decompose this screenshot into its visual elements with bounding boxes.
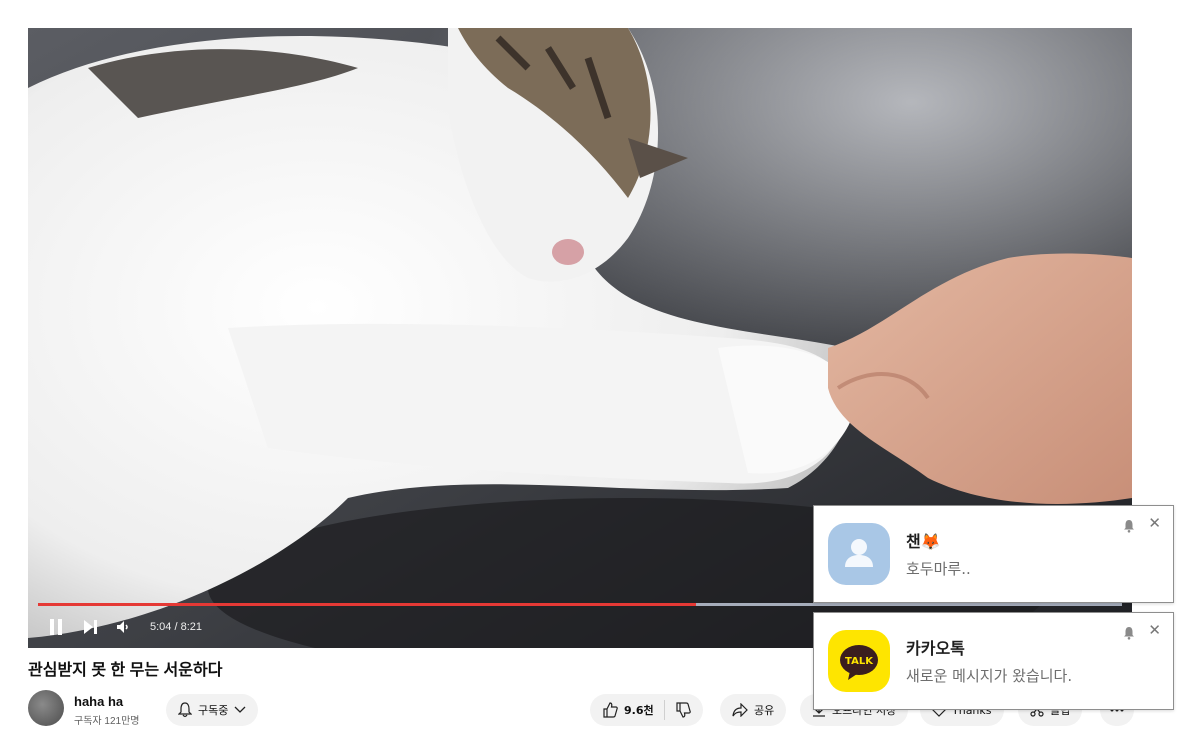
- pause-icon: [50, 619, 62, 635]
- notification-card[interactable]: 챈🦊 호두마루.. ✕: [813, 505, 1174, 603]
- subscribe-button[interactable]: 구독중: [166, 694, 259, 726]
- kakaotalk-logo-icon: TALK: [828, 630, 890, 692]
- volume-icon: [117, 621, 128, 633]
- share-label: 공유: [754, 704, 775, 717]
- next-button[interactable]: [82, 619, 98, 635]
- like-dislike-group: 9.6천: [590, 694, 703, 726]
- time-display: 5:04 / 8:21: [150, 621, 202, 633]
- notification-message: 새로운 메시지가 왔습니다.: [906, 667, 1073, 685]
- notification-sender: 카카오톡: [906, 639, 965, 658]
- talk-logo-text: TALK: [845, 656, 874, 667]
- thumbs-down-icon: [676, 702, 691, 718]
- chevron-down-icon: [234, 706, 246, 713]
- pause-button[interactable]: [48, 618, 64, 636]
- subscriber-count: 구독자 121만명: [74, 716, 140, 727]
- notification-message: 호두마루..: [906, 560, 971, 578]
- skip-next-icon: [84, 620, 97, 634]
- video-title: 관심받지 못 한 무는 서운하다: [28, 662, 223, 679]
- thumbs-up-icon: [603, 702, 618, 718]
- person-avatar-icon: [828, 523, 890, 585]
- mute-bell-button[interactable]: [1123, 518, 1135, 537]
- mute-bell-button[interactable]: [1123, 625, 1135, 644]
- close-icon[interactable]: ✕: [1148, 623, 1161, 638]
- close-icon[interactable]: ✕: [1148, 516, 1161, 531]
- channel-name[interactable]: haha ha: [74, 694, 123, 709]
- like-count: 9.6천: [624, 704, 654, 717]
- dislike-button[interactable]: [675, 702, 691, 718]
- volume-button[interactable]: [116, 620, 130, 634]
- share-icon: [732, 703, 748, 717]
- bell-icon: [1124, 520, 1134, 533]
- bell-icon: [178, 702, 192, 718]
- like-button[interactable]: 9.6천: [602, 702, 654, 718]
- notification-sender: 챈🦊: [906, 532, 941, 551]
- notification-card[interactable]: TALK 카카오톡 새로운 메시지가 왔습니다. ✕: [813, 612, 1174, 710]
- channel-avatar[interactable]: [28, 690, 64, 726]
- bell-icon: [1124, 627, 1134, 640]
- divider: [663, 700, 665, 720]
- subscribe-label: 구독중: [198, 704, 229, 717]
- share-button[interactable]: 공유: [720, 694, 787, 726]
